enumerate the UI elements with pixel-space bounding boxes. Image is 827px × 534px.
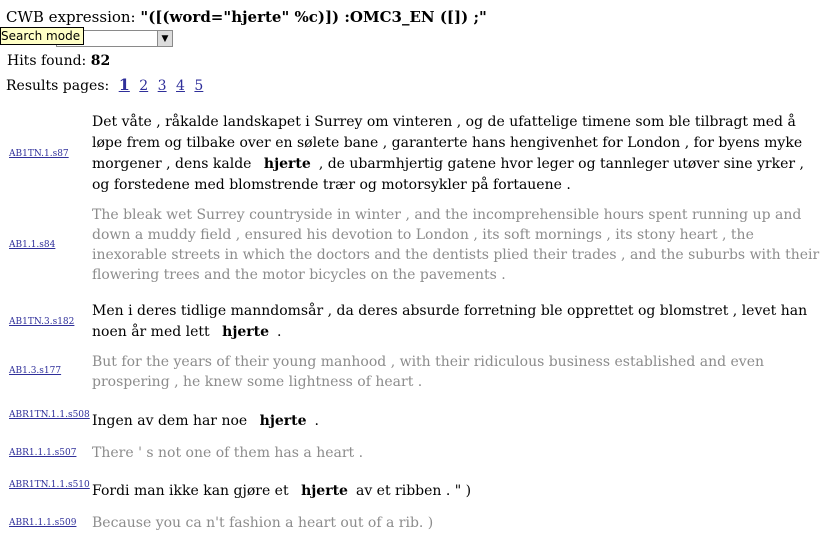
source-sentence: Fordi man ikke kan gjøre et hjerte av et …: [92, 481, 820, 502]
source-text-before: Men i deres tidlige manndomsår , da dere…: [92, 303, 808, 340]
match-keyword: hjerte: [301, 483, 348, 499]
source-text-after: .: [277, 324, 282, 340]
expression-label: CWB expression:: [6, 8, 136, 26]
source-id-link[interactable]: ABR1TN.1.1.s508: [9, 410, 90, 420]
target-sentence: Because you ca n't fashion a heart out o…: [92, 515, 434, 531]
match-keyword: hjerte: [263, 156, 311, 172]
source-id-link[interactable]: ABR1TN.1.1.s510: [9, 480, 90, 490]
hits-label: Hits found:: [7, 53, 87, 69]
source-id-link[interactable]: AB1TN.1.s87: [9, 149, 69, 159]
source-id-link[interactable]: AB1TN.3.s182: [9, 317, 74, 327]
source-text-after: av et ribben . " ): [355, 483, 472, 499]
source-text-after: .: [314, 413, 319, 429]
expression-value: "([(word="hjerte" %c)]) :OMC3_EN ([]) ;": [140, 8, 487, 26]
target-sentence: There ' s not one of them has a heart .: [92, 445, 364, 461]
chevron-down-icon[interactable]: ▼: [157, 31, 172, 46]
target-id-link[interactable]: ABR1.1.1.s509: [9, 518, 76, 528]
page-link-2[interactable]: 2: [139, 78, 148, 94]
target-sentence: The bleak wet Surrey countryside in wint…: [92, 207, 820, 283]
target-sentence: But for the years of their young manhood…: [92, 354, 765, 390]
hits-count: 82: [90, 53, 111, 69]
search-mode-tooltip: Search mode: [0, 27, 85, 45]
source-sentence: Det våte , råkalde landskapet i Surrey o…: [92, 112, 820, 196]
results-pages: Results pages: 1 2 3 4 5: [6, 76, 203, 95]
hits-found: Hits found: 82: [7, 52, 110, 70]
page-link-4[interactable]: 4: [176, 78, 185, 94]
match-keyword: hjerte: [259, 413, 307, 429]
target-id-link[interactable]: AB1.1.s84: [9, 240, 55, 250]
target-id-link[interactable]: AB1.3.s177: [9, 366, 61, 376]
match-keyword: hjerte: [222, 324, 270, 340]
page-link-1[interactable]: 1: [119, 75, 130, 94]
source-sentence: Ingen av dem har noe hjerte.: [92, 411, 820, 432]
results-pages-label: Results pages:: [6, 78, 110, 94]
page-link-3[interactable]: 3: [158, 78, 167, 94]
page-link-5[interactable]: 5: [194, 78, 203, 94]
cwb-expression: CWB expression: "([(word="hjerte" %c)]) …: [6, 8, 487, 26]
source-text-before: Fordi man ikke kan gjøre et: [92, 483, 289, 499]
target-id-link[interactable]: ABR1.1.1.s507: [9, 448, 76, 458]
source-sentence: Men i deres tidlige manndomsår , da dere…: [92, 301, 820, 343]
source-text-before: Ingen av dem har noe: [92, 413, 248, 429]
